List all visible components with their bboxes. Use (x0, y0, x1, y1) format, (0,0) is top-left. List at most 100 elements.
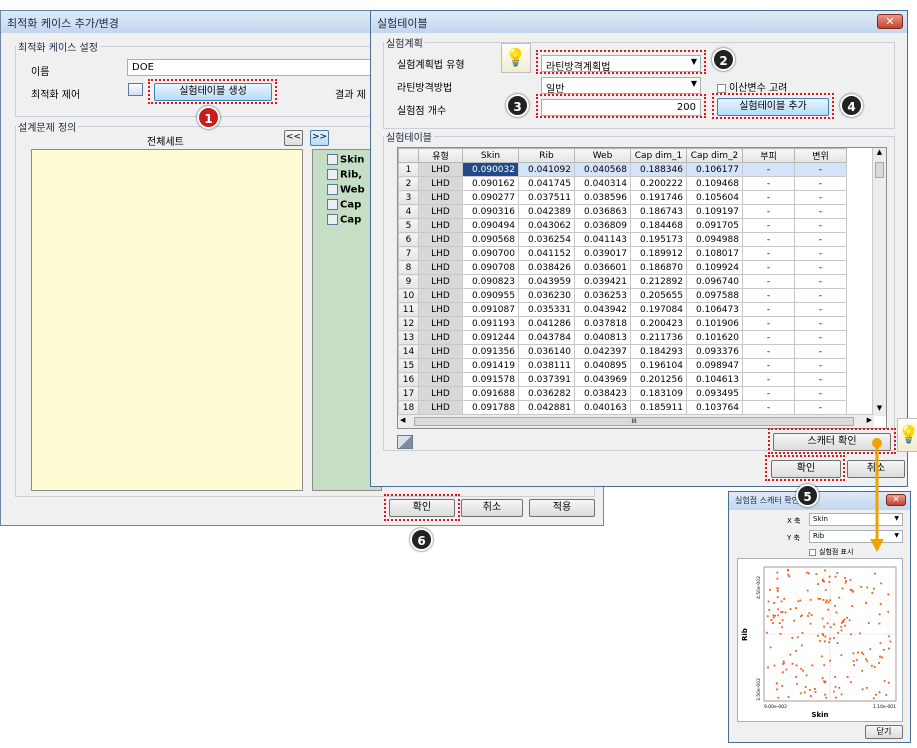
table-cell[interactable]: 0.197084 (630, 302, 687, 317)
row-number[interactable]: 12 (398, 316, 419, 331)
table-cell[interactable]: LHD (418, 288, 463, 303)
table-cell[interactable]: 0.106177 (686, 162, 743, 177)
table-cell[interactable]: 0.094988 (686, 232, 743, 247)
table-cell[interactable]: 0.097588 (686, 288, 743, 303)
table-cell[interactable]: 0.091087 (462, 302, 519, 317)
table-cell[interactable]: 0.091788 (462, 400, 519, 415)
scatter-close-icon[interactable]: ✕ (886, 494, 906, 506)
table-row[interactable]: 10 LHD 0.090955 0.036230 0.036253 0.205655 0.0… (398, 288, 847, 303)
table-cell[interactable]: LHD (418, 274, 463, 289)
table-cell[interactable]: 0.109197 (686, 204, 743, 219)
eraser-icon[interactable] (397, 435, 413, 449)
table-row[interactable]: 17 LHD 0.091688 0.036282 0.038423 0.183109 0.0… (398, 386, 847, 401)
table-cell[interactable]: 0.106473 (686, 302, 743, 317)
table-cell[interactable]: 0.091419 (462, 358, 519, 373)
scatter-close-button[interactable]: 닫기 (865, 725, 903, 739)
table-cell[interactable]: - (742, 176, 795, 191)
full-set-list[interactable] (31, 149, 303, 491)
table-cell[interactable]: 0.186870 (630, 260, 687, 275)
table-cell[interactable]: LHD (418, 176, 463, 191)
table-row[interactable]: 13 LHD 0.091244 0.043784 0.040813 0.211736 0.1… (398, 330, 847, 345)
table-cell[interactable]: - (794, 400, 847, 415)
table-cell[interactable]: - (794, 232, 847, 247)
table-cell[interactable]: LHD (418, 218, 463, 233)
table-cell[interactable]: 0.090494 (462, 218, 519, 233)
table-cell[interactable]: 0.098947 (686, 358, 743, 373)
table-row[interactable]: 16 LHD 0.091578 0.037391 0.043969 0.201256 0.1… (398, 372, 847, 387)
table-cell[interactable]: 0.101906 (686, 316, 743, 331)
row-number[interactable]: 16 (398, 372, 419, 387)
table-cell[interactable]: - (794, 204, 847, 219)
table-cell[interactable]: - (742, 400, 795, 415)
table-cell[interactable]: 0.103764 (686, 400, 743, 415)
table-cell[interactable]: LHD (418, 302, 463, 317)
table-cell[interactable]: 0.184468 (630, 218, 687, 233)
table-cell[interactable]: - (742, 162, 795, 177)
table-cell[interactable]: - (794, 176, 847, 191)
table-cell[interactable]: - (794, 358, 847, 373)
table-cell[interactable]: 0.040895 (574, 358, 631, 373)
table-cell[interactable]: - (742, 204, 795, 219)
column-header[interactable]: Cap dim_2 (686, 148, 743, 163)
table-cell[interactable]: 0.036601 (574, 260, 631, 275)
table-cell[interactable]: - (742, 344, 795, 359)
row-number[interactable]: 1 (398, 162, 419, 177)
table-cell[interactable]: 0.200423 (630, 316, 687, 331)
table-cell[interactable]: LHD (418, 232, 463, 247)
table-cell[interactable]: 0.101620 (686, 330, 743, 345)
x-axis-select[interactable]: Skin ▼ (809, 513, 903, 526)
table-cell[interactable]: 0.196104 (630, 358, 687, 373)
table-cell[interactable]: LHD (418, 330, 463, 345)
tree-item-web[interactable]: Web (327, 184, 365, 196)
table-cell[interactable]: 0.195173 (630, 232, 687, 247)
table-cell[interactable]: 0.038426 (518, 260, 575, 275)
horizontal-scroll-thumb[interactable]: III (414, 417, 854, 426)
horizontal-scrollbar[interactable]: ◀ III ▶ (398, 414, 874, 428)
table-cell[interactable]: - (794, 190, 847, 205)
table-cell[interactable]: 0.189912 (630, 246, 687, 261)
row-number[interactable]: 3 (398, 190, 419, 205)
table-cell[interactable]: 0.091705 (686, 218, 743, 233)
table-cell[interactable]: 0.104613 (686, 372, 743, 387)
table-cell[interactable]: 0.200222 (630, 176, 687, 191)
table-cell[interactable]: 0.043784 (518, 330, 575, 345)
tree-item-rib[interactable]: Rib, (327, 169, 362, 181)
main-apply-button[interactable]: 적용 (529, 499, 595, 517)
table-cell[interactable]: 0.043969 (574, 372, 631, 387)
table-cell[interactable]: 0.037818 (574, 316, 631, 331)
row-number[interactable]: 7 (398, 246, 419, 261)
table-cell[interactable]: 0.037511 (518, 190, 575, 205)
table-row[interactable]: 18 LHD 0.091788 0.042881 0.040163 0.185911 0.1… (398, 400, 847, 415)
table-cell[interactable]: 0.040163 (574, 400, 631, 415)
table-cell[interactable]: LHD (418, 204, 463, 219)
tree-item-cap-2[interactable]: Cap (327, 214, 361, 226)
table-cell[interactable]: 0.090708 (462, 260, 519, 275)
table-cell[interactable]: 0.041143 (574, 232, 631, 247)
row-number[interactable]: 5 (398, 218, 419, 233)
table-cell[interactable]: - (794, 288, 847, 303)
table-cell[interactable]: 0.090316 (462, 204, 519, 219)
table-row[interactable]: 8 LHD 0.090708 0.038426 0.036601 0.186870 0.10… (398, 260, 847, 275)
table-cell[interactable]: 0.037391 (518, 372, 575, 387)
table-cell[interactable]: - (742, 232, 795, 247)
experiment-grid[interactable]: 유형 Skin Rib Web Cap dim_1 Cap dim_2 부피 변위 1 LHD 0… (398, 148, 847, 415)
name-field[interactable]: DOE (127, 59, 377, 76)
table-cell[interactable]: - (794, 274, 847, 289)
table-row[interactable]: 11 LHD 0.091087 0.035331 0.043942 0.197084 0.1… (398, 302, 847, 317)
table-cell[interactable]: 0.090823 (462, 274, 519, 289)
tree-item-cap-1[interactable]: Cap (327, 199, 361, 211)
row-number[interactable]: 4 (398, 204, 419, 219)
column-header[interactable]: 부피 (742, 148, 795, 163)
row-number[interactable]: 8 (398, 260, 419, 275)
table-row[interactable]: 5 LHD 0.090494 0.043062 0.036809 0.184468 0.09… (398, 218, 847, 233)
table-cell[interactable]: - (742, 246, 795, 261)
table-row[interactable]: 9 LHD 0.090823 0.043959 0.039421 0.212892 0.09… (398, 274, 847, 289)
table-cell[interactable]: - (794, 344, 847, 359)
table-cell[interactable]: 0.040568 (574, 162, 631, 177)
table-cell[interactable]: - (794, 260, 847, 275)
table-cell[interactable]: - (742, 372, 795, 387)
table-row[interactable]: 6 LHD 0.090568 0.036254 0.041143 0.195173 0.09… (398, 232, 847, 247)
row-number[interactable]: 2 (398, 176, 419, 191)
table-cell[interactable]: 0.043959 (518, 274, 575, 289)
table-cell[interactable]: - (742, 190, 795, 205)
